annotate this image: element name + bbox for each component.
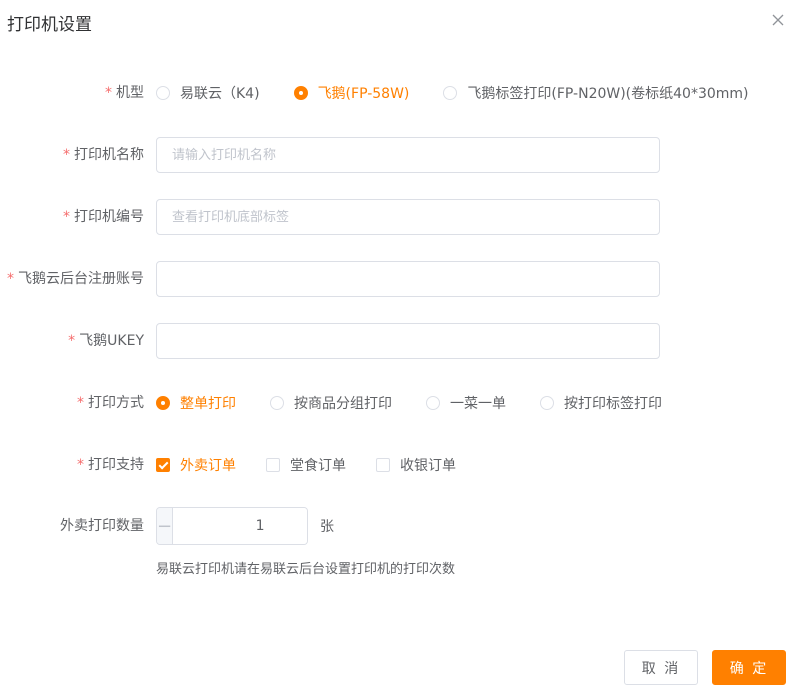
form-row-printer-name: * 打印机名称: [0, 137, 800, 173]
checkbox-box: [376, 458, 390, 472]
checkbox-dinein-order[interactable]: 堂食订单: [266, 455, 346, 475]
form-row-print-support: * 打印支持 外卖订单 堂食订单 收银订单: [0, 447, 800, 483]
radio-dot: [270, 396, 284, 410]
checkbox-box: [266, 458, 280, 472]
dialog-title: 打印机设置: [7, 15, 92, 35]
form-row-model: * 机型 易联云（K4) 飞鹅(FP-58W) 飞鹅标签打印(FP-N20W)(卷…: [0, 75, 800, 111]
print-mode-radio-group: 整单打印 按商品分组打印 一菜一单 按打印标签打印: [156, 385, 696, 421]
form-label-print-support: * 打印支持: [77, 457, 144, 473]
radio-print-per-dish[interactable]: 一菜一单: [426, 393, 506, 413]
radio-dot: [293, 86, 308, 100]
form-label-print-count: 外卖打印数量: [60, 518, 144, 534]
confirm-button[interactable]: 确 定: [712, 650, 786, 685]
radio-dot: [540, 396, 554, 410]
radio-dot: [156, 86, 170, 100]
radio-model-feie-label[interactable]: 飞鹅标签打印(FP-N20W)(卷标纸40*30mm): [443, 83, 749, 103]
form-row-ukey: * 飞鹅UKEY: [0, 323, 800, 359]
cancel-button[interactable]: 取 消: [624, 650, 698, 685]
checkbox-takeout-order[interactable]: 外卖订单: [156, 455, 236, 475]
printer-name-input[interactable]: [156, 137, 660, 173]
radio-model-feie[interactable]: 飞鹅(FP-58W): [293, 83, 409, 103]
close-icon[interactable]: [770, 12, 786, 28]
radio-print-by-group[interactable]: 按商品分组打印: [270, 393, 392, 413]
form-label-print-mode: * 打印方式: [77, 395, 144, 411]
form-row-printer-sn: * 打印机编号: [0, 199, 800, 235]
form-label-model: * 机型: [105, 85, 144, 101]
form-row-print-count: 外卖打印数量 − + 张: [0, 507, 800, 545]
radio-print-whole[interactable]: 整单打印: [156, 393, 236, 413]
print-count-unit: 张: [320, 519, 334, 535]
minus-icon: −: [157, 515, 173, 537]
form-label-printer-name: * 打印机名称: [63, 147, 144, 163]
printer-sn-input[interactable]: [156, 199, 660, 235]
print-count-input[interactable]: [173, 508, 307, 544]
ukey-input[interactable]: [156, 323, 660, 359]
radio-print-by-tag[interactable]: 按打印标签打印: [540, 393, 662, 413]
model-radio-group: 易联云（K4) 飞鹅(FP-58W) 飞鹅标签打印(FP-N20W)(卷标纸40…: [156, 75, 783, 111]
form-label-account: * 飞鹅云后台注册账号: [7, 271, 144, 287]
checkbox-cashier-order[interactable]: 收银订单: [376, 455, 456, 475]
radio-dot: [426, 396, 440, 410]
form-row-print-mode: * 打印方式 整单打印 按商品分组打印 一菜一单 按打印标签打印: [0, 385, 800, 421]
radio-dot: [156, 396, 170, 410]
form-row-account: * 飞鹅云后台注册账号: [0, 261, 800, 297]
form-label-printer-sn: * 打印机编号: [63, 209, 144, 225]
decrease-button[interactable]: −: [157, 508, 174, 544]
radio-dot: [443, 86, 458, 100]
check-icon: [156, 458, 170, 472]
print-count-hint: 易联云打印机请在易联云后台设置打印机的打印次数: [156, 562, 456, 577]
form-label-ukey: * 飞鹅UKEY: [68, 333, 144, 349]
account-input[interactable]: [156, 261, 660, 297]
radio-model-yilianyun[interactable]: 易联云（K4): [156, 83, 260, 103]
print-support-checkbox-group: 外卖订单 堂食订单 收银订单: [156, 447, 486, 483]
print-count-stepper: − +: [156, 507, 308, 545]
